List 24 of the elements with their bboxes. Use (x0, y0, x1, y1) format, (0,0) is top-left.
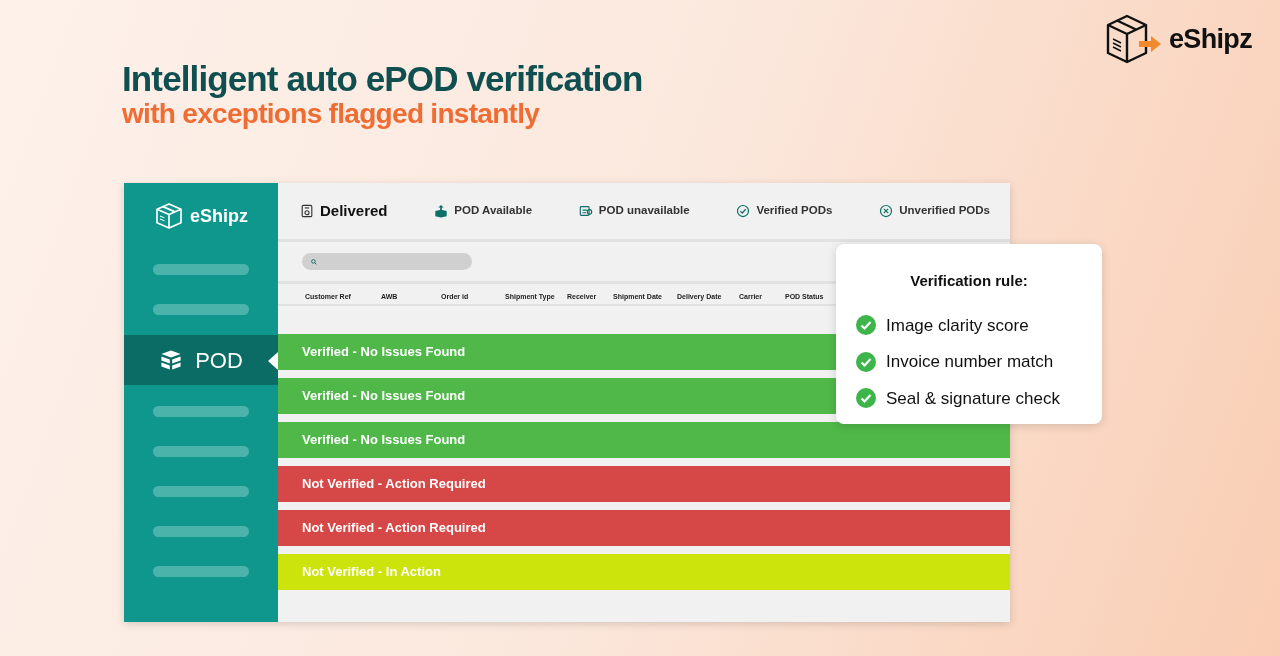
sidebar-item[interactable]: POD (124, 335, 278, 385)
tab[interactable]: POD Available (434, 202, 533, 220)
tab[interactable]: Verified PODs (736, 202, 833, 220)
search-icon (311, 258, 317, 265)
document-icon (578, 204, 593, 218)
box-logo-icon (154, 201, 184, 231)
status-row: Not Verified - In Action (278, 554, 1010, 590)
rule-label: Image clarity score (886, 314, 1029, 337)
box-upload-icon (434, 204, 449, 218)
tab[interactable]: Delivered (300, 199, 388, 223)
tab[interactable]: POD unavailable (578, 202, 690, 220)
status-row: Not Verified - Action Required (278, 466, 1010, 502)
cross-badge-icon (879, 204, 894, 218)
check-badge-icon (736, 204, 751, 218)
status-row: Verified - No Issues Found (278, 422, 1010, 458)
boxes-icon (159, 349, 184, 371)
status-row: Not Verified - Action Required (278, 510, 1010, 546)
card-title: Verification rule: (910, 271, 1029, 291)
search-field[interactable] (302, 253, 472, 270)
headline-title: Intelligent auto ePOD verification (122, 60, 644, 98)
headline-subtitle: with exceptions flagged instantly (122, 98, 541, 130)
sidebar-logo: eShipz (190, 204, 248, 228)
tab[interactable]: Unverified PODs (879, 202, 990, 220)
brand-name: eShipz (1169, 22, 1252, 56)
